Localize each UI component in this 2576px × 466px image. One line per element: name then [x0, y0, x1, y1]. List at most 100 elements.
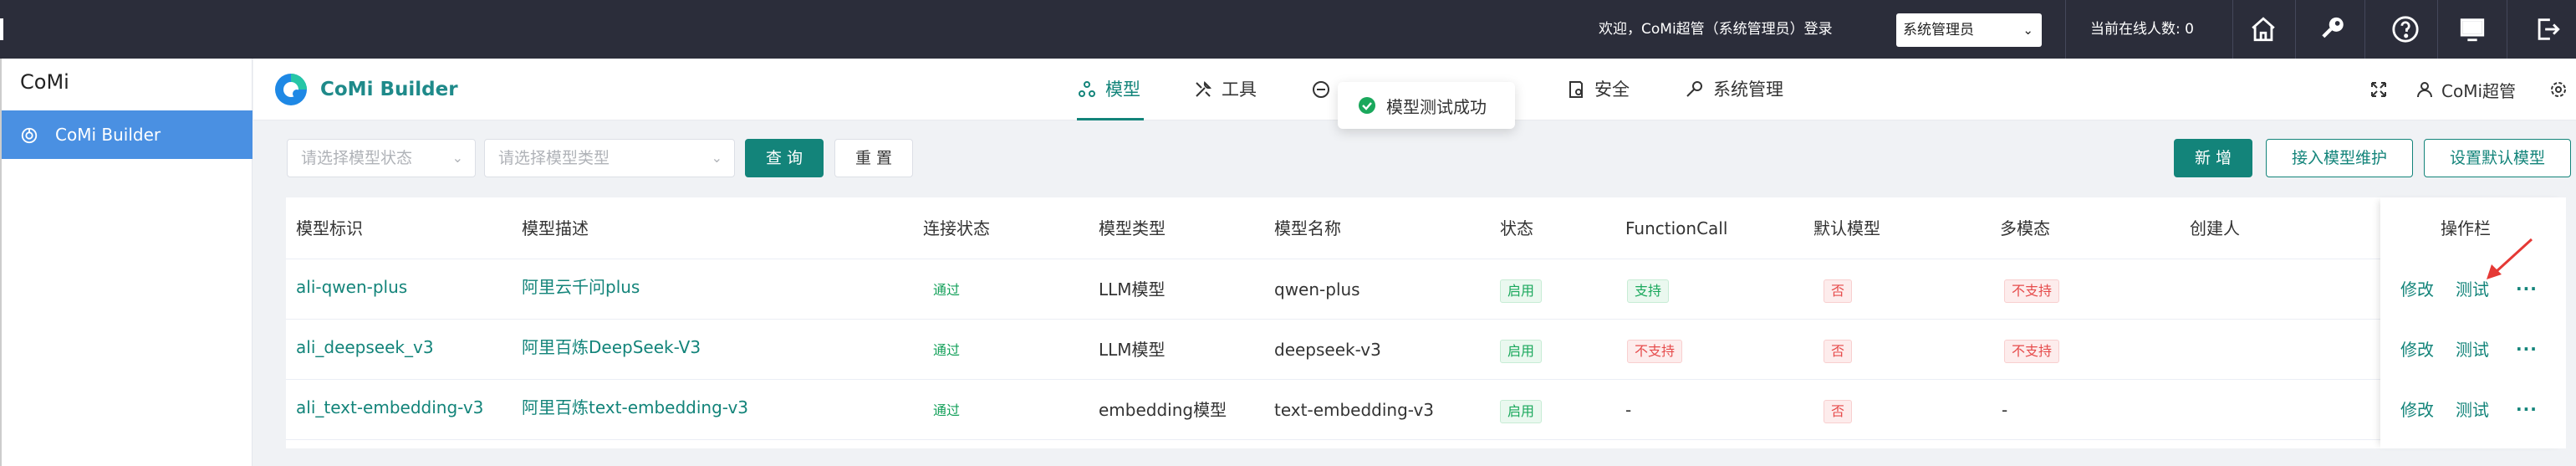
col-header: FunctionCall: [1625, 218, 1728, 238]
chevron-down-icon: ⌄: [451, 150, 463, 166]
access-model-button[interactable]: 接入模型维护: [2266, 139, 2413, 177]
col-header: 默认模型: [1813, 218, 1880, 238]
model-status-select[interactable]: 请选择模型状态 ⌄: [287, 139, 476, 177]
cell-conn: 通过: [926, 259, 967, 320]
divider: [2364, 0, 2365, 59]
tab-model[interactable]: 模型: [1077, 59, 1144, 120]
brand[interactable]: CoMi Builder: [273, 72, 458, 107]
cell-type: LLM模型: [1099, 340, 1166, 360]
col-header: 状态: [1500, 218, 1533, 238]
check-circle-icon: [1359, 97, 1375, 114]
cell-conn: 通过: [926, 380, 967, 440]
default-badge: 否: [1824, 339, 1853, 363]
divider: [2437, 0, 2438, 59]
cell-type: LLM模型: [1099, 279, 1166, 300]
chevron-down-icon: ⌄: [2023, 23, 2033, 38]
multimodal-badge: 不支持: [2004, 339, 2060, 363]
top-bar: 欢迎，CoMi超管（系统管理员）登录 系统管理员 ⌄ 当前在线人数: 0: [0, 0, 2576, 59]
edit-button[interactable]: 修改: [2400, 259, 2434, 320]
col-header: 模型类型: [1099, 218, 1166, 238]
add-button[interactable]: 新 增: [2174, 139, 2252, 177]
tab-security-label: 安全: [1594, 79, 1630, 100]
cell-model-id[interactable]: ali_deepseek_v3: [296, 320, 434, 375]
chevron-down-icon: ⌄: [711, 150, 722, 166]
sidebar: CoMi CoMi Builder: [0, 59, 252, 466]
settings-button[interactable]: [2548, 59, 2568, 120]
cell-model-desc[interactable]: 阿里云千问plus: [522, 259, 640, 315]
cell-fc: 支持: [1627, 259, 1670, 320]
shield-icon: [1569, 81, 1583, 98]
set-default-model-button[interactable]: 设置默认模型: [2424, 139, 2571, 177]
fullscreen-button[interactable]: [2369, 59, 2389, 120]
cell-multimodal: -: [2002, 400, 2008, 420]
circle-icon: [1313, 81, 1329, 98]
tab-tools-label: 工具: [1222, 79, 1257, 100]
logout-icon[interactable]: [2533, 15, 2562, 44]
annotation-arrow-icon: [2487, 238, 2533, 279]
cell-status: 启用: [1500, 259, 1543, 320]
cell-model-desc[interactable]: 阿里百炼text-embedding-v3: [522, 380, 748, 435]
col-header: 模型名称: [1274, 218, 1341, 238]
col-header: 创建人: [2190, 218, 2240, 238]
table-row[interactable]: ali-qwen-plus 阿里云千问plus 通过 LLM模型 qwen-pl…: [286, 259, 2566, 320]
tab-security[interactable]: 安全: [1566, 59, 1630, 120]
monitor-icon[interactable]: [2458, 15, 2487, 44]
tab-system-label: 系统管理: [1713, 79, 1783, 100]
conn-tag: 通过: [933, 402, 961, 418]
col-header: 多模态: [2000, 218, 2050, 238]
key-icon[interactable]: [2318, 15, 2347, 44]
cell-model-desc[interactable]: 阿里百炼DeepSeek-V3: [522, 320, 701, 375]
tab-tools[interactable]: 工具: [1193, 59, 1257, 120]
tab-hidden[interactable]: [1311, 59, 1339, 120]
cell-status: 启用: [1500, 320, 1543, 380]
home-icon[interactable]: [2249, 15, 2278, 44]
table-header: 模型标识 模型描述 连接状态 模型类型 模型名称 状态 FunctionCall…: [286, 197, 2566, 259]
model-type-select[interactable]: 请选择模型类型 ⌄: [484, 139, 735, 177]
conn-tag: 通过: [933, 341, 961, 358]
table-row[interactable]: ali_deepseek_v3 阿里百炼DeepSeek-V3 通过 LLM模型…: [286, 320, 2566, 380]
tab-system[interactable]: 系统管理: [1685, 59, 1783, 120]
more-button[interactable]: ···: [2516, 279, 2538, 299]
sidebar-item-comi-builder[interactable]: CoMi Builder: [2, 110, 252, 159]
cell-model-id[interactable]: ali-qwen-plus: [296, 259, 407, 315]
model-table: 模型标识 模型描述 连接状态 模型类型 模型名称 状态 FunctionCall…: [286, 197, 2566, 448]
tab-model-label: 模型: [1105, 79, 1140, 100]
cell-multimodal: 不支持: [2004, 259, 2060, 320]
edit-button[interactable]: 修改: [2400, 380, 2434, 440]
cell-name: qwen-plus: [1274, 279, 1360, 300]
table-row[interactable]: ali_text-embedding-v3 阿里百炼text-embedding…: [286, 380, 2566, 440]
builder-icon: [21, 127, 38, 144]
col-header: 模型描述: [522, 218, 589, 238]
divider: [2295, 0, 2296, 59]
help-icon[interactable]: [2391, 15, 2420, 44]
cell-fc: 不支持: [1627, 320, 1683, 380]
default-badge: 否: [1824, 279, 1853, 303]
user-menu[interactable]: CoMi超管: [2415, 59, 2516, 120]
more-button[interactable]: ···: [2516, 339, 2538, 359]
toast-message: 模型测试成功: [1386, 96, 1487, 117]
cell-status: 启用: [1500, 380, 1543, 440]
cell-model-id[interactable]: ali_text-embedding-v3: [296, 380, 483, 435]
online-count: 当前在线人数: 0: [2090, 21, 2194, 38]
query-button[interactable]: 查 询: [745, 139, 824, 177]
window-edge: [0, 18, 3, 40]
cell-name: text-embedding-v3: [1274, 400, 1435, 420]
col-header: 模型标识: [296, 218, 363, 238]
reset-button[interactable]: 重 置: [834, 139, 913, 177]
app-title: CoMi: [20, 70, 69, 94]
model-status-placeholder: 请选择模型状态: [301, 149, 413, 167]
tools-icon: [1196, 81, 1211, 97]
operation-column: 操作栏 修改 测试 ··· 修改 测试 ··· 修改 测试 ···: [2380, 197, 2566, 448]
role-select-value: 系统管理员: [1903, 22, 1974, 38]
divider: [2065, 0, 2066, 59]
test-button[interactable]: 测试: [2456, 320, 2489, 380]
more-button[interactable]: ···: [2516, 399, 2538, 419]
cell-multimodal: 不支持: [2004, 320, 2060, 380]
user-name: CoMi超管: [2441, 80, 2517, 101]
role-select[interactable]: 系统管理员 ⌄: [1896, 13, 2042, 47]
fc-badge: 支持: [1627, 279, 1670, 303]
status-badge: 启用: [1500, 279, 1543, 303]
edit-button[interactable]: 修改: [2400, 320, 2434, 380]
gear-icon: [2551, 82, 2566, 97]
test-button[interactable]: 测试: [2456, 380, 2489, 440]
